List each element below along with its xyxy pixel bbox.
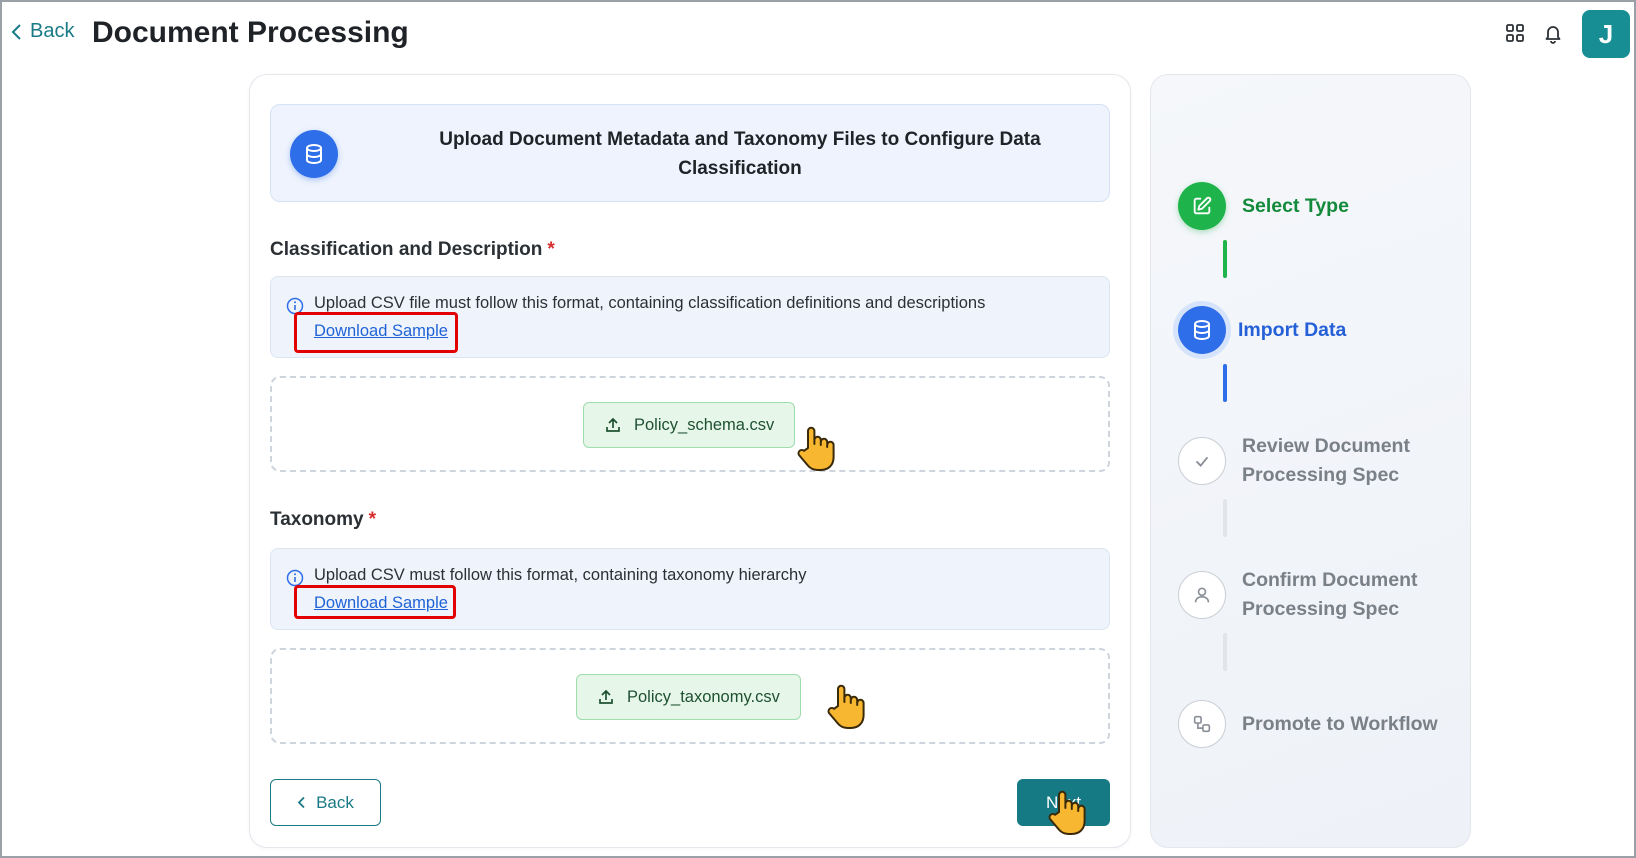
back-button[interactable]: Back [270,779,381,826]
chevron-left-icon [11,23,21,40]
app-window: Back Document Processing J Upload Docume… [0,0,1636,858]
banner-title: Upload Document Metadata and Taxonomy Fi… [439,129,1041,179]
back-button-label: Back [316,792,354,812]
step-label: Import Data [1238,319,1347,341]
next-button-label: Next [1046,792,1081,812]
step-review-spec[interactable]: Review Document Processing Spec [1178,432,1432,490]
taxonomy-file-chip[interactable]: Policy_taxonomy.csv [576,674,801,720]
header-back-label: Back [30,20,75,42]
classification-file-chip[interactable]: Policy_schema.csv [583,402,796,448]
next-button[interactable]: Next [1017,779,1110,826]
taxonomy-download-sample-link[interactable]: Download Sample [314,594,448,613]
apps-grid-icon[interactable] [1504,22,1526,44]
upload-icon [606,417,620,432]
taxonomy-info-text: Upload CSV must follow this format, cont… [314,566,807,584]
bell-icon[interactable] [1542,22,1564,44]
step-label: Review Document Processing Spec [1242,435,1410,486]
classification-download-sample-link[interactable]: Download Sample [314,322,448,341]
step-promote-workflow[interactable]: Promote to Workflow [1178,700,1438,748]
classification-section-title: Classification and Description * [270,239,555,261]
step-label: Confirm Document Processing Spec [1242,569,1418,620]
upload-banner: Upload Document Metadata and Taxonomy Fi… [270,104,1110,202]
check-icon [1178,437,1226,485]
taxonomy-title-text: Taxonomy [270,509,364,530]
classification-file-name: Policy_schema.csv [634,415,775,434]
upload-icon [599,689,613,704]
user-icon [1178,571,1226,619]
step-connector [1223,364,1227,402]
taxonomy-info-box: Upload CSV must follow this format, cont… [270,548,1110,630]
step-confirm-spec[interactable]: Confirm Document Processing Spec [1178,566,1432,624]
step-connector [1223,240,1227,278]
classification-title-text: Classification and Description [270,239,543,260]
workflow-icon [1178,700,1226,748]
step-select-type[interactable]: Select Type [1178,182,1349,230]
taxonomy-drop-zone[interactable]: Policy_taxonomy.csv [270,648,1110,744]
classification-info-text: Upload CSV file must follow this format,… [314,294,986,312]
info-icon [286,297,304,315]
info-icon [286,569,304,587]
step-label: Select Type [1242,195,1349,217]
avatar[interactable]: J [1582,10,1630,58]
database-icon [1178,306,1226,354]
chevron-left-icon [297,796,305,809]
page-title: Document Processing [92,16,409,49]
step-label: Promote to Workflow [1242,713,1438,735]
taxonomy-section-title: Taxonomy * [270,509,376,531]
classification-drop-zone[interactable]: Policy_schema.csv [270,376,1110,472]
required-mark: * [368,509,377,530]
taxonomy-file-name: Policy_taxonomy.csv [627,687,780,706]
required-mark: * [547,239,555,260]
database-icon [290,130,338,178]
classification-info-box: Upload CSV file must follow this format,… [270,276,1110,358]
step-connector [1223,633,1227,671]
edit-icon [1178,182,1226,230]
header-back-link[interactable]: Back [10,20,74,43]
step-connector [1223,499,1227,537]
step-import-data[interactable]: Import Data [1178,306,1346,354]
